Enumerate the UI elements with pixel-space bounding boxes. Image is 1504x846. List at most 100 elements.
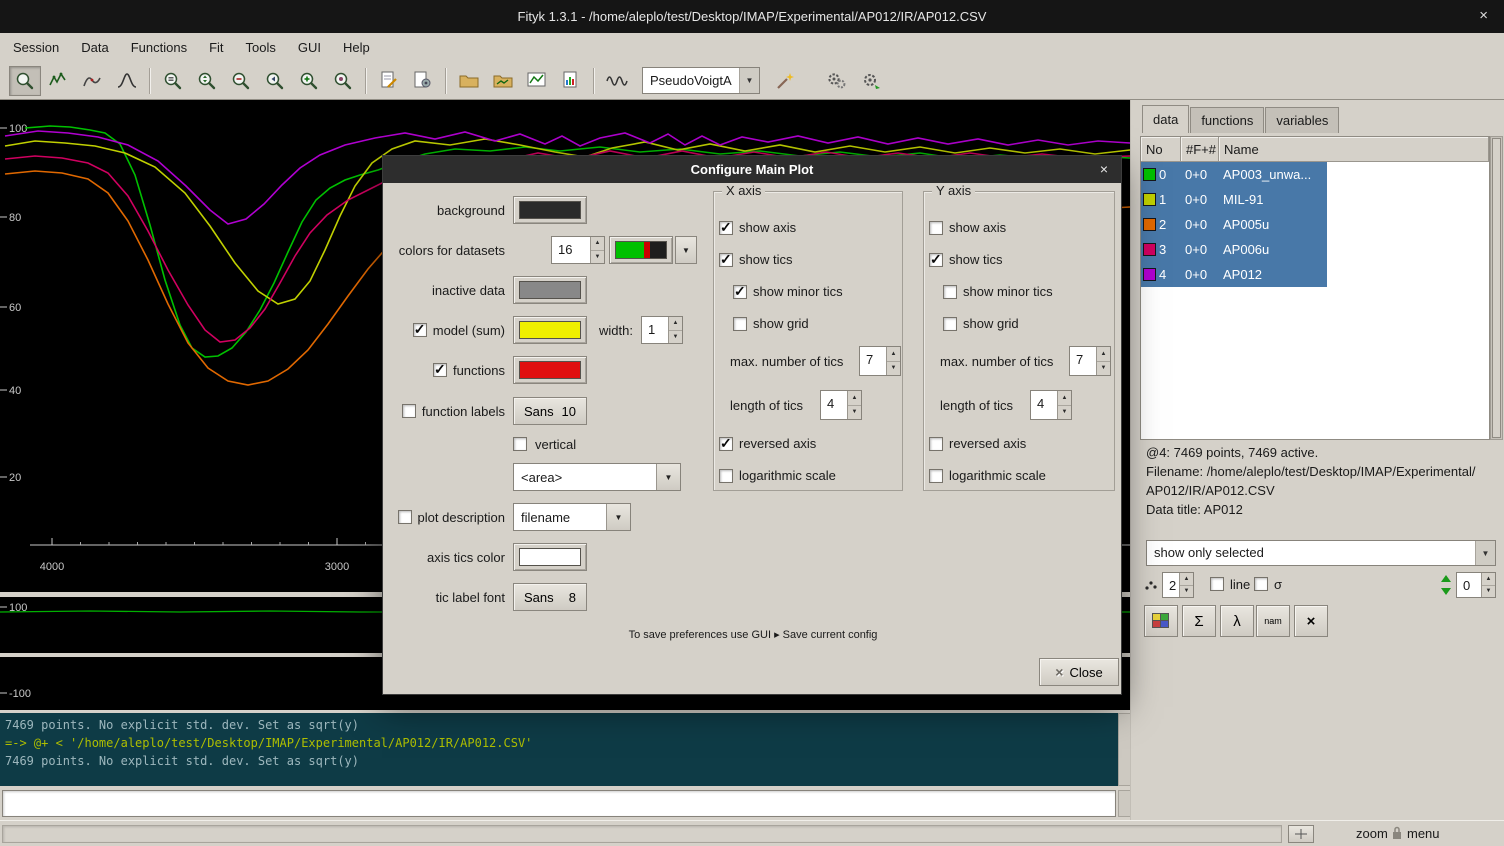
dialog-titlebar[interactable]: Configure Main Plot × (383, 156, 1121, 183)
edit-data-button[interactable] (1144, 605, 1178, 637)
function-type-combo[interactable]: PseudoVoigtA▼ (642, 67, 760, 94)
zoom-out-button[interactable] (225, 66, 257, 96)
save-session-button[interactable] (521, 66, 553, 96)
column-header-fp[interactable]: #F+# (1181, 137, 1219, 162)
dataset-color-swatch[interactable] (1143, 193, 1156, 206)
scrollbar-thumb[interactable] (1492, 138, 1501, 438)
dataset-row[interactable]: 00+0AP003_unwa... (1141, 162, 1327, 187)
transform-data-button[interactable]: λ (1220, 605, 1254, 637)
dataset-row[interactable]: 20+0AP005u (1141, 212, 1327, 237)
manual-fit-button[interactable] (821, 66, 853, 96)
zoom-in-button[interactable] (293, 66, 325, 96)
x-axis-max-tics-spinner[interactable]: 7▲▼ (859, 346, 901, 376)
y-axis-max-tics-spinner[interactable]: 7▲▼ (1069, 346, 1111, 376)
dataset-color-swatch[interactable] (1143, 218, 1156, 231)
dataset-colors-dropdown[interactable]: ▼ (675, 236, 697, 264)
zoom-mouse-button[interactable] (327, 66, 359, 96)
point-size-spinner-up-arrow[interactable]: ▲ (1180, 573, 1193, 586)
dataset-row[interactable]: 30+0AP006u (1141, 237, 1327, 262)
dataset-colors-button[interactable] (609, 236, 673, 264)
y-axis-show-minor-tics-checkbox[interactable]: ✓ (943, 285, 957, 299)
zoom-previous-button[interactable] (259, 66, 291, 96)
menu-tools[interactable]: Tools (235, 35, 287, 60)
colors-count-spinner-down-arrow[interactable]: ▼ (591, 251, 604, 264)
x-axis-show-tics-checkbox[interactable]: ✓ (719, 253, 733, 267)
model-width-spinner-down-arrow[interactable]: ▼ (669, 331, 682, 344)
point-size-spinner-down-arrow[interactable]: ▼ (1180, 586, 1193, 598)
rename-data-button[interactable]: nam (1256, 605, 1290, 637)
column-header-name[interactable]: Name (1219, 137, 1489, 162)
y-axis-tic-length-spinner-down-arrow[interactable]: ▼ (1058, 406, 1071, 420)
window-titlebar[interactable]: Fityk 1.3.1 - /home/aleplo/test/Desktop/… (0, 0, 1504, 33)
vertical-splitter[interactable] (1130, 100, 1140, 820)
colors-count-spinner-up-arrow[interactable]: ▲ (591, 237, 604, 251)
menu-functions[interactable]: Functions (120, 35, 198, 60)
x-axis-reversed-checkbox[interactable]: ✓ (719, 437, 733, 451)
strip-background-button[interactable] (601, 66, 633, 96)
background-mode-button[interactable] (77, 66, 109, 96)
load-data-custom-button[interactable] (487, 66, 519, 96)
sigma-checkbox[interactable]: ✓ (1254, 577, 1268, 591)
label-text-combo[interactable]: <area> ▼ (513, 463, 681, 491)
model-checkbox[interactable]: ✓ (413, 323, 427, 337)
add-peak-mode-button[interactable] (111, 66, 143, 96)
dataset-color-swatch[interactable] (1143, 243, 1156, 256)
tab-functions[interactable]: functions (1190, 107, 1264, 133)
x-axis-max-tics-spinner-down-arrow[interactable]: ▼ (887, 362, 900, 376)
y-axis-tic-length-spinner-up-arrow[interactable]: ▲ (1058, 391, 1071, 406)
data-shift-spinner-up-arrow[interactable]: ▲ (1482, 573, 1495, 586)
dataset-row[interactable]: 10+0MIL-91 (1141, 187, 1327, 212)
functions-color-button[interactable] (513, 356, 587, 384)
data-shift-spinner-down-arrow[interactable]: ▼ (1482, 586, 1495, 598)
window-close-button[interactable]: × (1479, 7, 1488, 24)
x-axis-show-minor-tics-checkbox[interactable]: ✓ (733, 285, 747, 299)
new-session-button[interactable] (373, 66, 405, 96)
x-axis-show-axis-checkbox[interactable]: ✓ (719, 221, 733, 235)
background-color-button[interactable] (513, 196, 587, 224)
dataset-color-swatch[interactable] (1143, 268, 1156, 281)
line-checkbox[interactable]: ✓ (1210, 577, 1224, 591)
tic-font-button[interactable]: Sans 8 (513, 583, 587, 611)
function-labels-checkbox[interactable]: ✓ (402, 404, 416, 418)
x-axis-tic-length-spinner-up-arrow[interactable]: ▲ (848, 391, 861, 406)
menu-status-label[interactable]: menu (1407, 826, 1440, 841)
menu-gui[interactable]: GUI (287, 35, 332, 60)
label-font-button[interactable]: Sans 10 (513, 397, 587, 425)
inactive-data-color-button[interactable] (513, 276, 587, 304)
zoom-status-label[interactable]: zoom (1356, 826, 1388, 841)
y-axis-show-tics-checkbox[interactable]: ✓ (929, 253, 943, 267)
load-data-button[interactable] (453, 66, 485, 96)
model-color-button[interactable] (513, 316, 587, 344)
x-axis-show-grid-checkbox[interactable]: ✓ (733, 317, 747, 331)
cursor-position-button[interactable] (1288, 825, 1314, 843)
output-console[interactable]: 7469 points. No explicit std. dev. Set a… (0, 713, 1118, 786)
menu-fit[interactable]: Fit (198, 35, 234, 60)
colors-count-spinner[interactable]: 16▲▼ (551, 236, 605, 264)
y-axis-max-tics-spinner-up-arrow[interactable]: ▲ (1097, 347, 1110, 362)
y-axis-log-checkbox[interactable]: ✓ (929, 469, 943, 483)
x-axis-log-checkbox[interactable]: ✓ (719, 469, 733, 483)
x-axis-tic-length-spinner[interactable]: 4▲▼ (820, 390, 862, 420)
show-filter-dropdown[interactable]: show only selected ▼ (1146, 540, 1496, 566)
y-axis-max-tics-spinner-down-arrow[interactable]: ▼ (1097, 362, 1110, 376)
y-axis-reversed-checkbox[interactable]: ✓ (929, 437, 943, 451)
model-width-spinner[interactable]: 1▲▼ (641, 316, 683, 344)
sum-data-button[interactable]: Σ (1182, 605, 1216, 637)
export-data-button[interactable] (555, 66, 587, 96)
close-button[interactable]: × Close (1039, 658, 1119, 686)
functions-checkbox[interactable]: ✓ (433, 363, 447, 377)
x-axis-max-tics-spinner-up-arrow[interactable]: ▲ (887, 347, 900, 362)
session-settings-button[interactable] (407, 66, 439, 96)
auto-add-peak-button[interactable] (769, 66, 801, 96)
tab-variables[interactable]: variables (1265, 107, 1339, 133)
run-fit-button[interactable] (855, 66, 887, 96)
data-range-mode-button[interactable] (43, 66, 75, 96)
zoom-all-button[interactable] (157, 66, 189, 96)
model-width-spinner-up-arrow[interactable]: ▲ (669, 317, 682, 331)
plot-description-checkbox[interactable]: ✓ (398, 510, 412, 524)
table-scrollbar[interactable] (1490, 136, 1503, 440)
y-axis-show-axis-checkbox[interactable]: ✓ (929, 221, 943, 235)
y-axis-tic-length-spinner[interactable]: 4▲▼ (1030, 390, 1072, 420)
tab-data[interactable]: data (1142, 105, 1189, 133)
data-shift-spinner[interactable]: 0▲▼ (1456, 572, 1496, 598)
